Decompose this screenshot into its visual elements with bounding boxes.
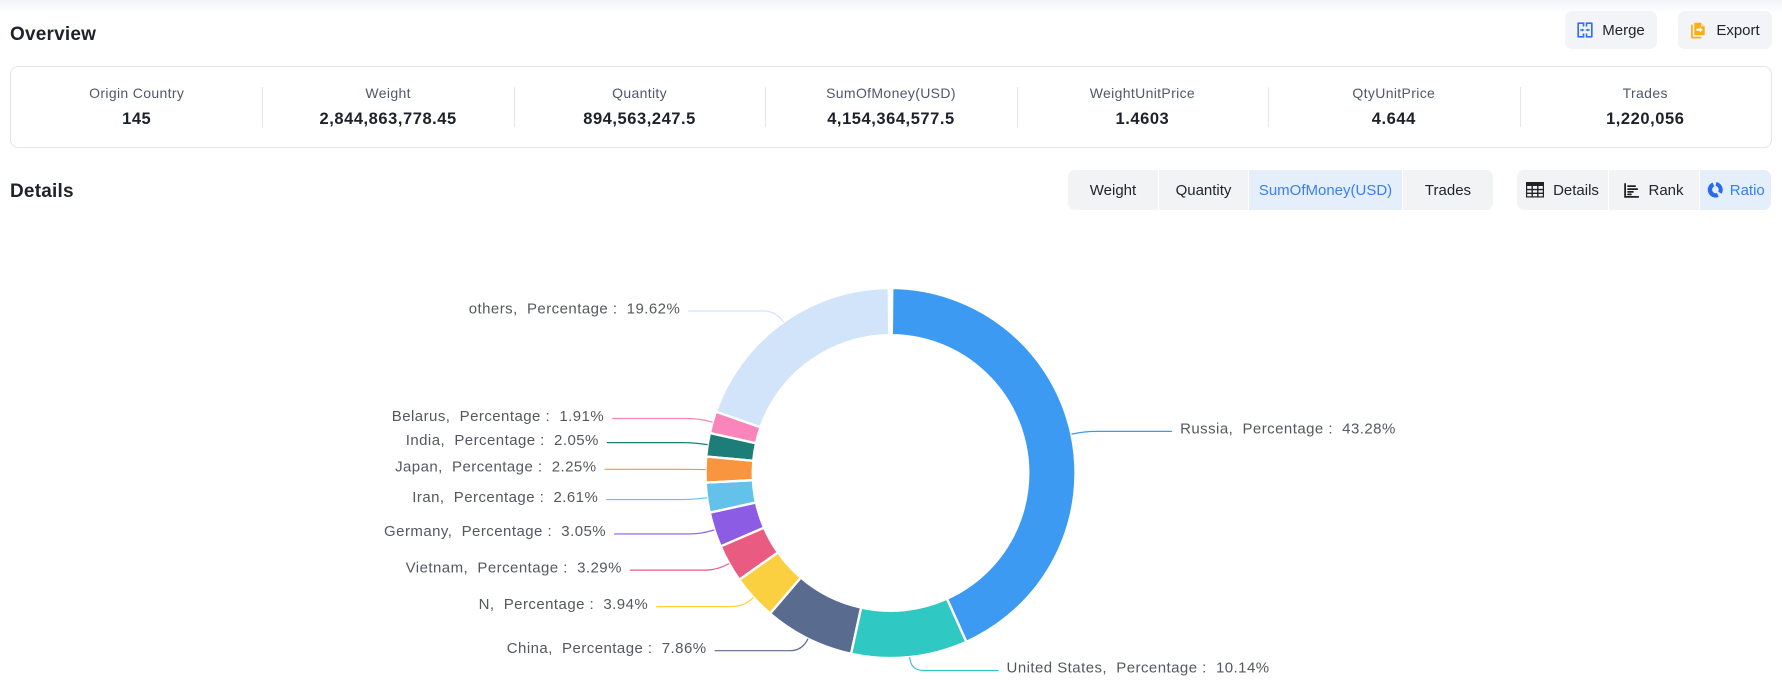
svg-text:Belarus, Percentage : 1.91%: Belarus, Percentage : 1.91% — [392, 408, 604, 425]
svg-text:India, Percentage : 2.05%: India, Percentage : 2.05% — [406, 432, 599, 449]
svg-text:Japan, Percentage : 2.25%: Japan, Percentage : 2.25% — [395, 459, 596, 476]
svg-text:N, Percentage : 3.94%: N, Percentage : 3.94% — [479, 596, 649, 613]
svg-text:Iran, Percentage : 2.61%: Iran, Percentage : 2.61% — [412, 489, 598, 506]
svg-text:United States, Percentage :: United States, Percentage : 10.14% — [1007, 660, 1270, 677]
svg-text:others, Percentage : 19.62%: others, Percentage : 19.62% — [469, 300, 681, 317]
svg-text:Vietnam, Percentage : 3.29%: Vietnam, Percentage : 3.29% — [406, 559, 622, 576]
svg-text:Russia, Percentage : 43.28%: Russia, Percentage : 43.28% — [1180, 421, 1396, 438]
svg-text:China, Percentage : 7.86%: China, Percentage : 7.86% — [507, 640, 707, 657]
svg-text:Germany, Percentage : 3.05%: Germany, Percentage : 3.05% — [384, 523, 606, 540]
